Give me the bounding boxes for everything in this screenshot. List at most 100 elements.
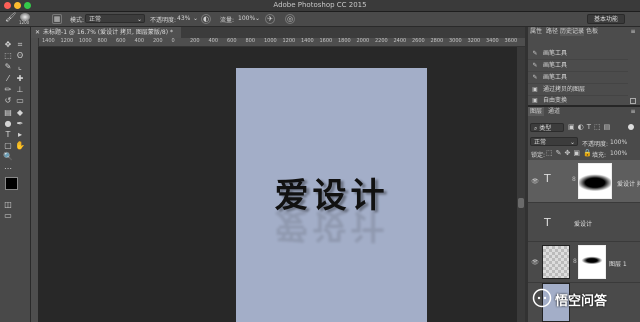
link-icon[interactable]: 8 — [572, 176, 576, 183]
brush-size-value: 1200 — [19, 20, 30, 25]
layer-mask-thumbnail[interactable] — [578, 163, 612, 199]
history-item-label: 画笔工具 — [543, 50, 568, 57]
layer-opacity-value[interactable]: 100% — [610, 139, 627, 146]
dodge-tool-icon[interactable]: ● — [3, 119, 13, 129]
link-icon[interactable]: 8 — [573, 258, 577, 265]
history-item[interactable]: ✎ 画笔工具 — [528, 60, 628, 72]
pressure-opacity-icon[interactable]: ◐ — [201, 14, 211, 24]
type-tool-icon[interactable]: T — [3, 130, 13, 140]
options-bar: 🖌 1200 ▦ 模式: 正常 ⌄ 不透明度: 43% ⌄ ◐ 流量: 100% … — [0, 12, 640, 27]
opacity-dropdown-icon[interactable]: ⌄ — [193, 15, 198, 22]
history-item-label: 画笔工具 — [543, 62, 568, 69]
panel-menu-icon[interactable]: ≡ — [628, 27, 638, 36]
brush-tool-icon[interactable]: ✏ — [3, 85, 13, 95]
document-tab-title: 未标题-1 @ 16.7% (爱设计 拷贝, 图层蒙版/8) * — [43, 29, 173, 36]
filter-toggle-icon[interactable] — [628, 124, 634, 130]
ruler-tick-label: 2800 — [430, 38, 444, 44]
healing-tool-icon[interactable]: ✚ — [15, 74, 25, 84]
move-tool-icon[interactable]: ✥ — [3, 40, 13, 50]
blend-mode-select[interactable]: 正常 ⌄ — [530, 137, 578, 146]
eye-icon[interactable]: 👁 — [531, 259, 539, 266]
chat-bubble-logo-icon — [532, 288, 552, 308]
opacity-label: 不透明度: — [150, 17, 177, 24]
history-item-label: 画笔工具 — [543, 74, 568, 81]
stamp-tool-icon[interactable]: ⊥ — [15, 85, 25, 95]
fill-value[interactable]: 100% — [610, 150, 627, 157]
flow-label: 流量: — [220, 17, 235, 24]
path-select-tool-icon[interactable]: ▸ — [15, 130, 25, 140]
eyedropper-tool-icon[interactable]: ⁄ — [3, 74, 13, 84]
layer-row[interactable]: T 爱设计 — [528, 203, 640, 242]
transform-icon: ▣ — [532, 97, 538, 104]
history-brush-tool-icon[interactable]: ↺ — [3, 96, 13, 106]
artboard-tool-icon[interactable]: ⌗ — [15, 40, 25, 50]
opacity-value[interactable]: 43% — [177, 15, 190, 22]
vertical-scrollbar[interactable] — [517, 47, 525, 322]
history-item[interactable]: ▣ 自由变换 — [528, 95, 628, 106]
ruler-tick-label: 3000 — [449, 38, 462, 44]
ruler-tick-label: 0 — [171, 38, 175, 44]
scrollbar-thumb[interactable] — [518, 198, 524, 208]
more-tools-icon[interactable]: ⋯ — [3, 164, 13, 174]
ruler-tick-label: 3600 — [504, 38, 518, 44]
close-tab-icon[interactable]: ✕ — [35, 29, 40, 36]
quick-select-tool-icon[interactable]: ✎ — [3, 62, 13, 72]
flow-value[interactable]: 100% — [238, 15, 255, 22]
tab-layers[interactable]: 图层 — [528, 107, 544, 116]
eraser-tool-icon[interactable]: ▭ — [15, 96, 25, 106]
brush-icon: ✎ — [532, 62, 538, 69]
ruler-tick-label: 3200 — [467, 38, 481, 44]
lasso-tool-icon[interactable]: ʘ — [15, 51, 25, 61]
shape-tool-icon[interactable]: ▢ — [3, 141, 13, 151]
mode-select[interactable]: 正常 ⌄ — [85, 14, 145, 23]
app-title: Adobe Photoshop CC 2015 — [273, 1, 367, 9]
workspace-button[interactable]: 基本功能 — [587, 14, 626, 24]
zoom-tool-icon[interactable]: 🔍 — [3, 152, 13, 162]
history-item-label: 自由变换 — [543, 97, 568, 104]
document-tab[interactable]: ✕ 未标题-1 @ 16.7% (爱设计 拷贝, 图层蒙版/8) * — [31, 27, 181, 38]
blur-tool-icon[interactable]: ◆ — [15, 108, 25, 118]
lock-icons[interactable]: ⬚✎✥▣🔒 — [546, 149, 595, 157]
crop-tool-icon[interactable]: ⌞ — [15, 62, 25, 72]
document-canvas[interactable]: 爱设计 爱设计 — [236, 68, 427, 322]
gradient-tool-icon[interactable]: ▤ — [3, 108, 13, 118]
mode-value: 正常 — [89, 16, 102, 23]
tab-swatches[interactable]: 色板 — [584, 27, 600, 36]
tab-properties[interactable]: 属性 — [528, 27, 544, 36]
ruler-tick-label: 2200 — [375, 38, 388, 44]
layer-filter-select[interactable]: ⌕ 类型 — [530, 123, 564, 132]
layer-mask-thumbnail[interactable] — [578, 245, 606, 279]
tab-channels[interactable]: 通道 — [546, 107, 562, 116]
pressure-size-icon[interactable]: ◎ — [285, 14, 295, 24]
ruler-tick-label: 2600 — [412, 38, 425, 44]
layer-row[interactable]: 👁 8 图层 1 — [528, 242, 640, 283]
layer-row-selected[interactable]: 👁 T 8 爱设计 拷贝 — [528, 160, 640, 203]
text-layer-icon: T — [544, 172, 551, 185]
layer-thumbnail[interactable] — [542, 245, 570, 279]
history-item[interactable]: ✎ 画笔工具 — [528, 48, 628, 60]
brush-panel-icon[interactable]: ▦ — [52, 14, 62, 24]
ruler-tick-label: 1000 — [264, 38, 277, 44]
ruler-tick-label: 2400 — [393, 38, 407, 44]
ruler-tick-label: 3400 — [486, 38, 499, 44]
pen-tool-icon[interactable]: ✒ — [15, 119, 25, 129]
foreground-color-swatch[interactable] — [5, 177, 18, 190]
eye-icon[interactable]: 👁 — [531, 178, 539, 185]
brush-tool-icon[interactable]: 🖌 — [5, 13, 16, 23]
hand-tool-icon[interactable]: ✋ — [15, 141, 25, 151]
tab-paths[interactable]: 路径 — [544, 27, 560, 36]
ruler-tick-label: 2000 — [356, 38, 370, 44]
layer-filter-icons[interactable]: ▣◐T⬚▤ — [568, 123, 613, 131]
ruler-tick-label: 1200 — [282, 38, 296, 44]
screen-mode-icon[interactable]: ▭ — [3, 211, 13, 221]
marquee-tool-icon[interactable]: ⬚ — [3, 51, 13, 61]
flow-dropdown-icon[interactable]: ⌄ — [255, 15, 260, 22]
brush-icon: ✎ — [532, 50, 538, 57]
layers-menu-icon[interactable]: ≡ — [628, 107, 638, 116]
quick-mask-icon[interactable]: ◫ — [3, 200, 13, 210]
airbrush-icon[interactable]: ✈ — [265, 14, 275, 24]
history-item[interactable]: ✎ 画笔工具 — [528, 72, 628, 84]
tab-history[interactable]: 历史记录 — [560, 27, 584, 36]
resize-grip-icon[interactable] — [630, 98, 636, 104]
ruler-tick-label: 200 — [153, 38, 163, 44]
